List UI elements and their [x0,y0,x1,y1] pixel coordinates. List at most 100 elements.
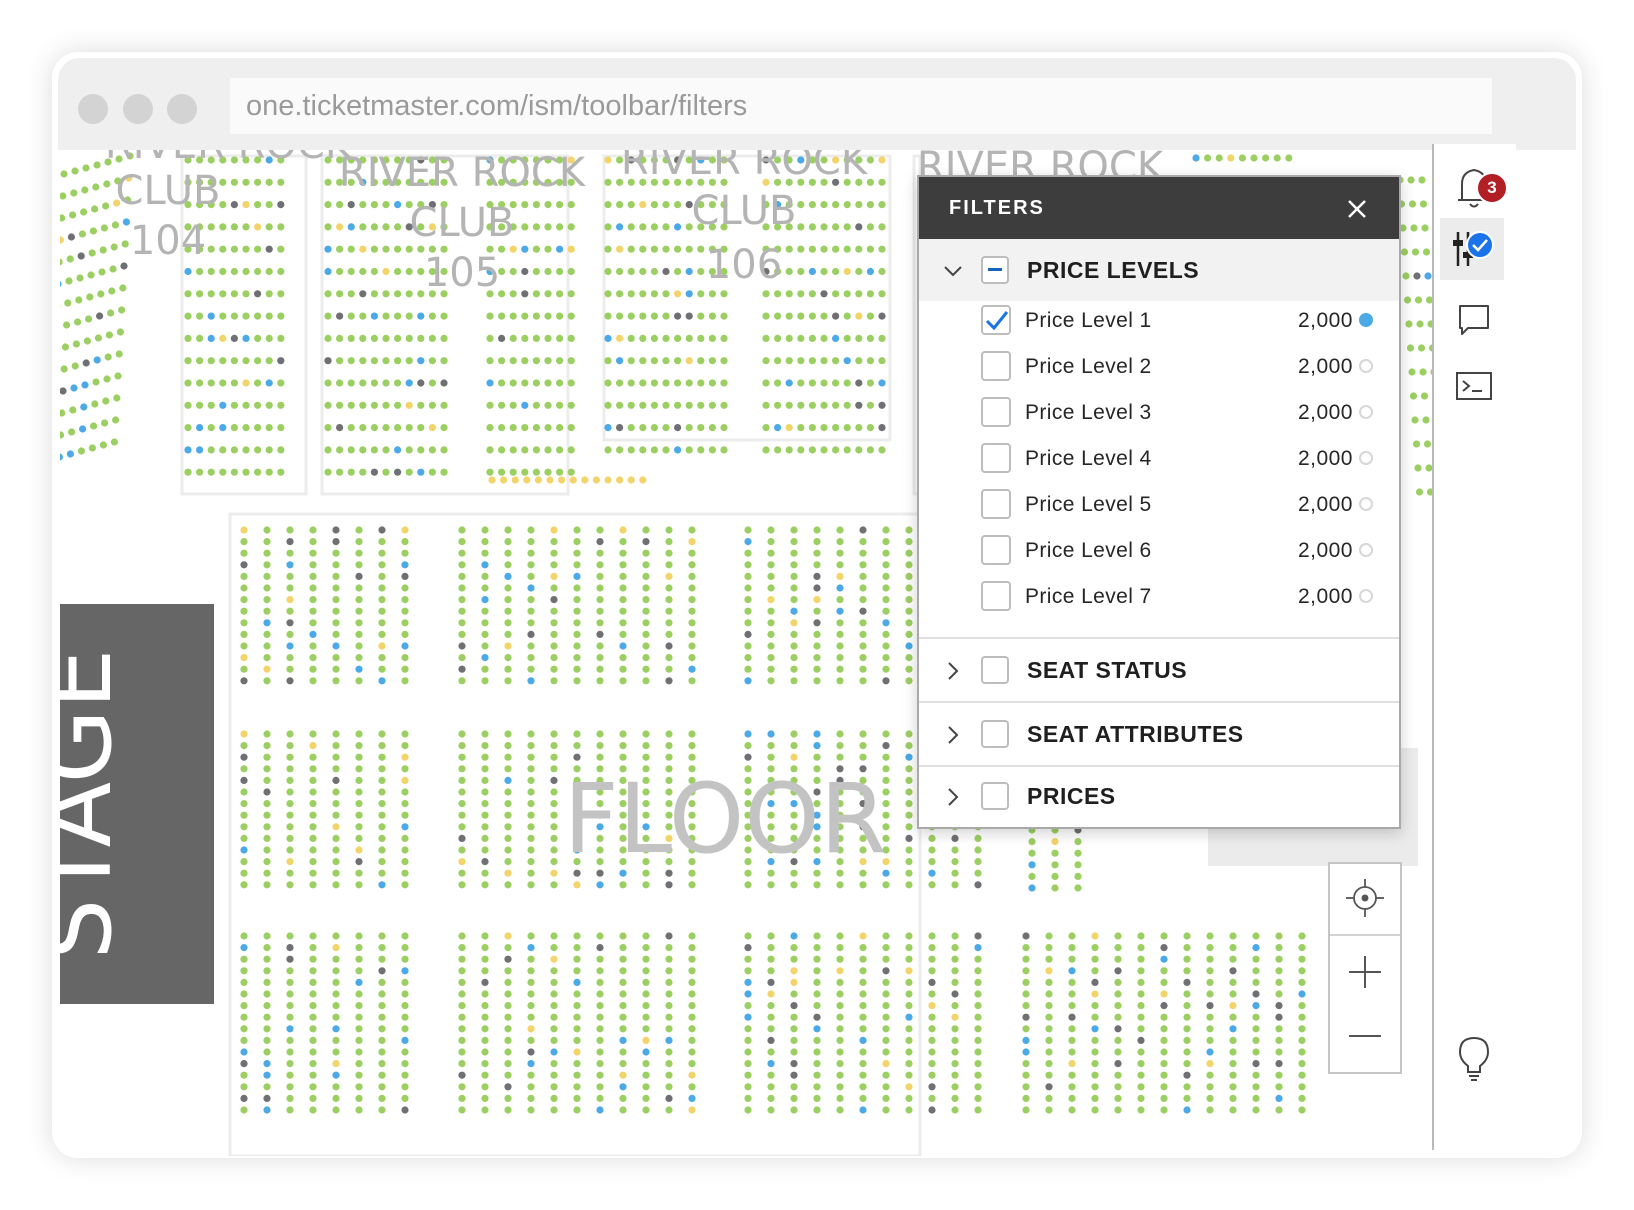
seat[interactable] [1160,1025,1168,1033]
seat[interactable] [813,1071,821,1079]
seat[interactable] [355,1002,363,1010]
seat[interactable] [458,955,466,963]
seat[interactable] [859,1094,867,1102]
seat[interactable] [1275,978,1283,987]
seat[interactable] [905,526,913,534]
seat[interactable] [378,955,386,963]
seat[interactable] [767,665,775,673]
seat[interactable] [808,424,817,432]
seat[interactable] [417,379,425,387]
seat[interactable] [1068,955,1076,963]
seat[interactable] [1215,154,1223,162]
seat[interactable] [355,526,363,534]
seat[interactable] [859,584,867,592]
seat[interactable] [974,834,982,843]
seat[interactable] [504,654,512,662]
seat[interactable] [744,1036,752,1044]
seat[interactable] [1252,1048,1260,1056]
seat[interactable] [240,811,248,819]
seat[interactable] [665,1060,673,1068]
seat[interactable] [1022,944,1030,952]
seat[interactable] [428,379,436,387]
seat[interactable] [905,561,913,569]
seat[interactable] [767,1013,775,1021]
seat[interactable] [401,990,409,998]
seat[interactable] [428,357,436,365]
seat[interactable] [882,584,890,592]
seat[interactable] [263,561,271,569]
seat[interactable] [567,401,575,409]
seat[interactable] [744,1013,752,1021]
seat[interactable] [767,596,775,604]
seat[interactable] [1068,1106,1076,1114]
seat[interactable] [1183,1036,1191,1044]
seat[interactable] [928,881,936,889]
seat[interactable] [324,446,332,454]
seat[interactable] [642,549,650,557]
seat[interactable] [688,619,696,627]
seat[interactable] [378,1094,386,1102]
seat[interactable] [688,584,696,592]
seat[interactable] [240,834,248,843]
seat[interactable] [627,201,635,209]
seat[interactable] [974,1013,982,1021]
seat[interactable] [1074,849,1082,857]
seat[interactable] [401,1106,409,1114]
seat[interactable] [394,223,402,231]
price-level-row[interactable]: Price Level 4 2,000 [919,443,1399,489]
seat[interactable] [859,742,867,750]
seat[interactable] [1183,990,1191,998]
seat[interactable] [573,1083,581,1091]
seat[interactable] [378,619,386,627]
seat[interactable] [619,538,627,546]
seat[interactable] [1206,1013,1214,1021]
seat[interactable] [774,312,782,320]
seat[interactable] [855,223,863,231]
seat[interactable] [905,944,913,952]
seat[interactable] [196,446,204,454]
seat[interactable] [332,1071,340,1079]
seat[interactable] [573,561,581,569]
seat[interactable] [527,1025,535,1033]
seat[interactable] [417,357,425,365]
seat[interactable] [309,1094,317,1102]
seat[interactable] [481,955,489,963]
seat[interactable] [378,811,386,819]
seat[interactable] [866,267,875,276]
seat[interactable] [504,730,512,738]
seat[interactable] [616,201,624,209]
seat[interactable] [401,800,409,808]
seat[interactable] [355,846,363,854]
seat[interactable] [332,1036,340,1044]
seat[interactable] [521,312,529,320]
seat[interactable] [619,1071,627,1079]
seat[interactable] [843,267,851,276]
seat[interactable] [639,379,647,387]
seat[interactable] [567,312,575,320]
seat[interactable] [859,654,867,662]
seat[interactable] [527,1083,535,1091]
seat[interactable] [263,753,271,761]
seat[interactable] [394,424,402,432]
seat[interactable] [527,1094,535,1102]
seat[interactable] [688,944,696,952]
seat[interactable] [627,312,635,320]
seat[interactable] [242,468,250,476]
seat[interactable] [1068,932,1076,940]
seat[interactable] [832,245,840,253]
seat[interactable] [263,834,271,843]
seat[interactable] [458,561,466,569]
seat[interactable] [882,677,890,685]
seat[interactable] [550,730,558,738]
seat[interactable] [481,538,489,546]
seat[interactable] [309,730,317,738]
seat[interactable] [91,400,99,408]
seat[interactable] [905,932,913,940]
seat[interactable] [627,476,635,484]
seat[interactable] [813,526,821,534]
seat[interactable] [836,526,844,534]
seat[interactable] [309,572,317,580]
seat[interactable] [573,1002,581,1010]
seat[interactable] [1091,1071,1099,1079]
seat[interactable] [905,1048,913,1056]
